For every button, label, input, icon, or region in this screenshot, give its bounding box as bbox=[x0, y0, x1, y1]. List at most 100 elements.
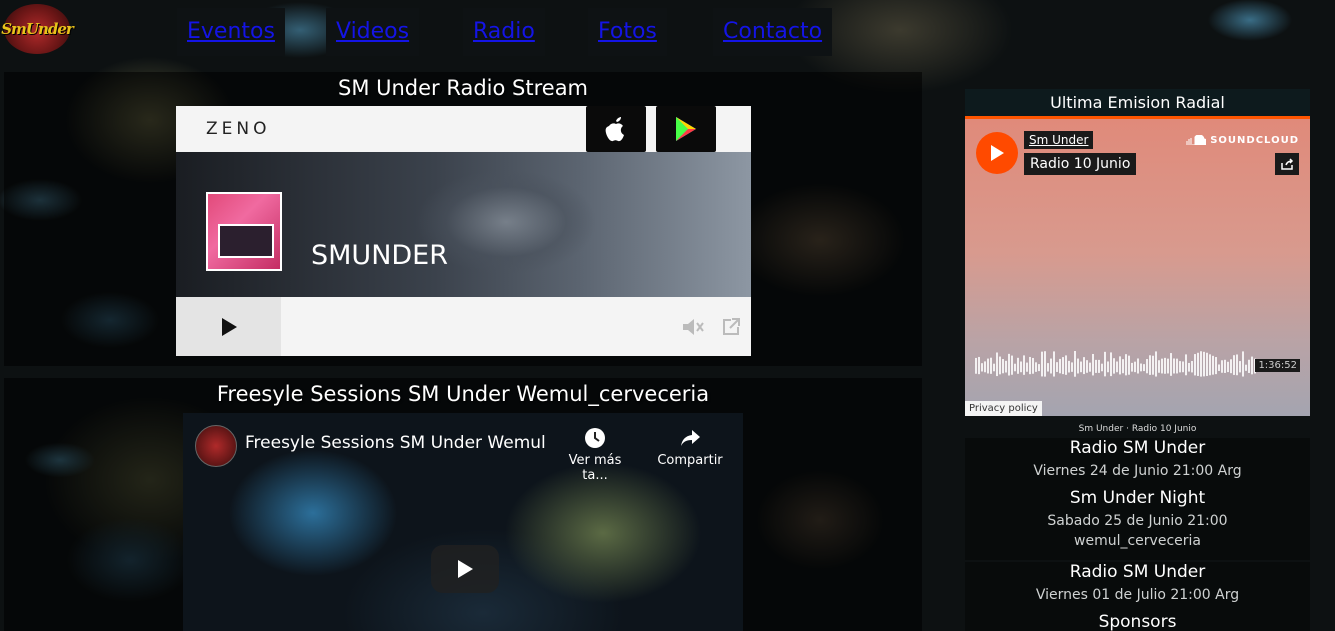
waveform-bar bbox=[987, 358, 989, 374]
waveform-bar bbox=[1236, 354, 1238, 376]
station-cover-art bbox=[206, 192, 282, 271]
waveform-bar bbox=[1149, 355, 1151, 375]
credit-track-link[interactable]: Radio 10 Junio bbox=[1132, 424, 1197, 434]
play-icon bbox=[458, 560, 473, 578]
waveform-bar bbox=[1026, 362, 1028, 372]
waveform-bar bbox=[1209, 354, 1211, 376]
waveform-bar bbox=[1095, 359, 1097, 373]
waveform-bar bbox=[1248, 359, 1250, 373]
waveform-bar bbox=[1038, 364, 1040, 372]
google-play-button[interactable] bbox=[656, 106, 716, 152]
waveform-bar bbox=[1167, 358, 1169, 374]
watch-later-label: Ver más ta... bbox=[568, 453, 622, 483]
privacy-policy-link[interactable]: Privacy policy bbox=[965, 401, 1042, 416]
waveform-bar bbox=[978, 356, 980, 375]
waveform-bar bbox=[1233, 355, 1235, 375]
watch-later-button[interactable]: Ver más ta... bbox=[555, 427, 635, 483]
waveform-bar bbox=[1176, 358, 1178, 374]
zeno-logo: ZENO bbox=[206, 119, 271, 139]
youtube-embed[interactable]: Freesyle Sessions SM Under Wemul... Ver … bbox=[183, 413, 743, 631]
event-date: Viernes 24 de Junio 21:00 Arg bbox=[1033, 463, 1242, 479]
waveform-bar bbox=[1005, 360, 1007, 373]
waveform-bar bbox=[1155, 351, 1157, 377]
site-logo[interactable]: SmUnder bbox=[1, 4, 74, 54]
waveform-bar bbox=[1164, 357, 1166, 374]
soundcloud-play-button[interactable] bbox=[976, 132, 1018, 174]
waveform-bar bbox=[1128, 355, 1130, 375]
waveform-bar bbox=[1050, 358, 1052, 374]
share-button[interactable]: Compartir bbox=[653, 427, 727, 468]
waveform-bar bbox=[990, 357, 992, 374]
nav-link-videos[interactable]: Videos bbox=[326, 8, 420, 56]
soundcloud-track-title[interactable]: Radio 10 Junio bbox=[1024, 153, 1137, 175]
waveform-bar bbox=[1251, 356, 1253, 375]
logo-text: SmUnder bbox=[1, 20, 74, 38]
waveform-bar bbox=[1245, 364, 1247, 371]
waveform-bar bbox=[996, 352, 998, 377]
waveform-bar bbox=[1071, 362, 1073, 372]
waveform-bar bbox=[1215, 357, 1217, 375]
waveform-bar bbox=[1125, 354, 1127, 376]
waveform-bar bbox=[1191, 361, 1193, 373]
waveform-bar bbox=[1131, 362, 1133, 372]
soundcloud-widget: Sm Under Radio 10 Junio SOUNDCLOUD 1:36:… bbox=[965, 119, 1310, 416]
waveform-bar bbox=[1041, 351, 1043, 377]
zeno-header: ZENO bbox=[176, 106, 751, 152]
waveform-bar bbox=[1053, 351, 1055, 377]
waveform-bar bbox=[1212, 355, 1214, 375]
waveform-bar bbox=[1221, 360, 1223, 373]
waveform-bar bbox=[1023, 355, 1025, 375]
apple-store-button[interactable] bbox=[586, 106, 646, 152]
video-panel-title: Freesyle Sessions SM Under Wemul_cervece… bbox=[216, 382, 710, 406]
play-icon bbox=[221, 317, 237, 336]
nav-link-eventos[interactable]: Eventos bbox=[177, 8, 285, 56]
waveform-bar bbox=[1182, 361, 1184, 373]
waveform-bar bbox=[1068, 360, 1070, 373]
event-title: Radio SM Under bbox=[1069, 438, 1206, 458]
waveform-bar bbox=[1152, 355, 1154, 375]
nav-link-fotos[interactable]: Fotos bbox=[588, 8, 667, 56]
soundcloud-user-link[interactable]: Sm Under bbox=[1024, 131, 1094, 149]
external-link-icon[interactable] bbox=[721, 317, 741, 337]
waveform-bar bbox=[1101, 363, 1103, 372]
waveform-bar bbox=[1173, 358, 1175, 374]
event-card: Sm Under Night Sabado 25 de Junio 21:00 … bbox=[965, 488, 1310, 560]
credit-separator: · bbox=[1126, 424, 1129, 434]
waveform-bar bbox=[1122, 359, 1124, 374]
soundcloud-share-button[interactable] bbox=[1275, 153, 1299, 175]
waveform-bar bbox=[1197, 352, 1199, 376]
share-arrow-icon bbox=[681, 430, 700, 446]
waveform-bar bbox=[1086, 360, 1088, 373]
volume-icon[interactable] bbox=[681, 317, 705, 337]
nav-link-contacto[interactable]: Contacto bbox=[713, 8, 833, 56]
last-broadcast-title: Ultima Emision Radial bbox=[965, 89, 1310, 119]
event-date: Sabado 25 de Junio 21:00 bbox=[1047, 513, 1228, 529]
waveform-bar bbox=[1113, 358, 1115, 374]
waveform-bar bbox=[1218, 364, 1220, 371]
sponsors-title: Sponsors bbox=[1098, 612, 1177, 631]
waveform-bar bbox=[1137, 358, 1139, 374]
waveform-bar bbox=[1239, 361, 1241, 373]
event-card: Radio SM Under Viernes 24 de Junio 21:00… bbox=[965, 438, 1310, 488]
google-play-icon bbox=[676, 117, 696, 141]
zeno-player: ZENO SMUNDER bbox=[176, 106, 751, 356]
credit-user-link[interactable]: Sm Under bbox=[1079, 424, 1124, 434]
waveform-bar bbox=[975, 357, 977, 374]
waveform-bar bbox=[1188, 362, 1190, 372]
zeno-play-button[interactable] bbox=[176, 297, 281, 356]
channel-avatar[interactable] bbox=[195, 425, 237, 467]
video-title[interactable]: Freesyle Sessions SM Under Wemul... bbox=[245, 433, 545, 453]
waveform-bar bbox=[981, 363, 983, 372]
waveform-bar bbox=[1008, 353, 1010, 376]
event-title: Radio SM Under bbox=[1069, 562, 1206, 582]
video-play-button[interactable] bbox=[431, 545, 499, 593]
nav-link-radio[interactable]: Radio bbox=[463, 8, 545, 56]
waveform-bar bbox=[1224, 359, 1226, 373]
waveform-bar bbox=[1059, 358, 1061, 374]
radio-panel-title: SM Under Radio Stream bbox=[337, 76, 589, 100]
soundcloud-brand[interactable]: SOUNDCLOUD bbox=[1186, 134, 1299, 146]
waveform-bar bbox=[1200, 351, 1202, 377]
waveform[interactable] bbox=[975, 349, 1260, 379]
waveform-bar bbox=[1089, 362, 1091, 372]
event-card: Radio SM Under Viernes 01 de Julio 21:00… bbox=[965, 562, 1310, 612]
